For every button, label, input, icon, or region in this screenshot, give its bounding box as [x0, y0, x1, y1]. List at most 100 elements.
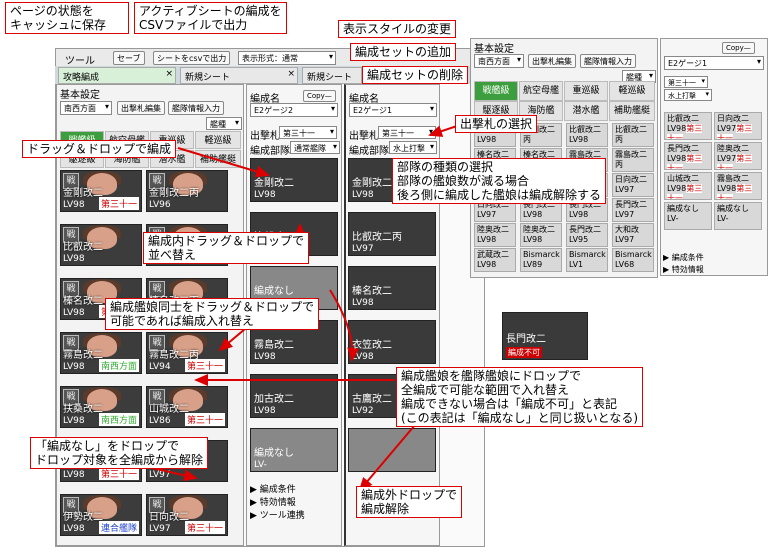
ship-card[interactable]: 戦伊勢改二 LV98 連合艦隊: [60, 494, 142, 536]
tab-sheet-1[interactable]: 攻略編成 ×: [58, 67, 176, 84]
close-icon[interactable]: ×: [165, 69, 173, 79]
unit-kind-select[interactable]: 水上打撃: [664, 89, 712, 101]
formation-slot[interactable]: 加古改二 LV98: [250, 374, 338, 418]
ship-level: LV98: [352, 352, 374, 362]
formation-slot[interactable]: 比叡改二丙 LV97: [348, 212, 436, 256]
fleet-tag-edit-button[interactable]: 出撃札編集: [117, 101, 165, 115]
ship-mini-card[interactable]: 大和改 LV97: [612, 223, 654, 247]
ship-card[interactable]: 戦金剛改二丙 LV96: [146, 170, 228, 212]
ship-name: 武蔵改二: [477, 250, 509, 259]
ship-mini-card[interactable]: 比叡改二 LV98: [566, 123, 608, 147]
tab-sheet-3[interactable]: 新規シート: [302, 67, 362, 84]
ship-mini-card[interactable]: Bismarck LV68: [612, 248, 654, 272]
ship-mini-card[interactable]: 武蔵改二 LV98: [474, 248, 516, 272]
menu-bonus[interactable]: ▶ 特効情報: [250, 497, 305, 510]
type-heavy-cruiser[interactable]: 重巡級: [564, 81, 608, 101]
formation-mini-slot[interactable]: 霧島改二 LV98第三十一: [714, 172, 762, 200]
ship-card[interactable]: 戦比叡改二 LV98: [60, 224, 142, 266]
tab-sheet-2[interactable]: 新規シート ×: [180, 67, 298, 84]
ship-level: LV94: [615, 170, 651, 171]
area-select[interactable]: 南西方面: [60, 101, 112, 115]
formation-slot[interactable]: 榛名改二 LV98: [348, 266, 436, 310]
unit-kind-select[interactable]: 水上打撃: [389, 141, 437, 154]
ship-name: 長門改二: [506, 334, 546, 345]
type-carrier[interactable]: 航空母艦: [519, 81, 563, 101]
ship-name: 陸奥改二: [717, 144, 749, 153]
ship-card[interactable]: 戦金剛改二 LV98 第三十一: [60, 170, 142, 212]
ship-mini-card[interactable]: 日向改二 LV97: [612, 173, 654, 197]
fleet-tag-badge: 第三十一: [98, 197, 139, 210]
ship-level: LV97: [615, 210, 635, 219]
ship-level: LV98: [477, 235, 497, 244]
set-name-input[interactable]: E2ゲージ1: [349, 103, 437, 117]
ship-card[interactable]: 戦日向改二 LV97 第三十一: [146, 494, 228, 536]
ship-card[interactable]: 戦扶桑改二 LV98 南西方面: [60, 386, 142, 428]
formation-slot[interactable]: 金剛改二 LV98: [250, 158, 338, 202]
fleet-tag-select[interactable]: 第三十一: [664, 76, 708, 88]
ship-level: LV98: [63, 362, 85, 372]
ship-mini-card[interactable]: 陸奥改二 LV98: [474, 223, 516, 247]
callout-type-select: 部隊の種類の選択 部隊の艦娘数が減る場合 後ろ側に編成した艦娘は編成解除する: [392, 158, 607, 204]
ship-name: 比叡改二丙: [615, 125, 647, 144]
type-auxiliary[interactable]: 補助艦艇: [195, 150, 241, 168]
ship-card[interactable]: 戦山城改二 LV86 第三十一: [146, 386, 228, 428]
fleet-tag-select[interactable]: 第三十一: [378, 126, 436, 139]
set-name-input[interactable]: E2ゲージ1: [664, 56, 764, 70]
type-light-cruiser[interactable]: 軽巡級: [609, 81, 655, 101]
formation-mini-slot[interactable]: 陸奥改二 LV97第三十一: [714, 142, 762, 170]
formation-slot[interactable]: 編成なしLV-: [250, 428, 338, 472]
ship-level: LV98: [523, 235, 543, 244]
unit-kind-select[interactable]: 通常艦隊: [290, 141, 340, 154]
ship-mini-card[interactable]: 陸奥改二 LV98: [520, 223, 562, 247]
ship-card[interactable]: 戦霧島改二丙 LV94 第三十一: [146, 332, 228, 374]
ship-mini-card[interactable]: Bismarck LV89: [520, 248, 562, 272]
ship-level: LV97: [149, 524, 171, 534]
ship-level: LV98: [63, 308, 85, 318]
fleet-import-button[interactable]: 艦隊情報入力: [580, 54, 636, 68]
fleet-tag-select[interactable]: 第三十一: [279, 126, 337, 139]
menu-conditions[interactable]: ▶ 編成条件: [250, 484, 305, 497]
level-text: LV97: [717, 124, 737, 133]
menu-conditions[interactable]: ▶ 編成条件: [663, 252, 704, 264]
ship-level: LV98: [352, 190, 374, 200]
ship-name: 古鷹改二: [352, 394, 392, 405]
ship-mini-card[interactable]: 長門改二 LV95: [566, 223, 608, 247]
formation-mini-slot[interactable]: 編成なし LV-: [664, 202, 712, 230]
csv-export-button[interactable]: シートをcsvで出力: [153, 51, 231, 65]
menu-tools[interactable]: ▶ ツール連携: [250, 510, 305, 523]
level-text: LV-: [667, 214, 679, 223]
fleet-import-button[interactable]: 艦隊情報入力: [168, 101, 224, 115]
display-style-select[interactable]: 表示形式：通常: [238, 51, 336, 65]
save-button[interactable]: セーブ: [113, 51, 145, 65]
formation-mini-slot[interactable]: 長門改二 LV98第三十一: [664, 142, 712, 170]
fleet-tag-edit-button[interactable]: 出撃札編集: [528, 54, 576, 68]
formation-mini-slot[interactable]: 日向改二 LV97第三十一: [714, 112, 762, 140]
formation-slot[interactable]: 衣笠改二 LV98: [348, 320, 436, 364]
type-auxiliary[interactable]: 補助艦艇: [609, 101, 655, 121]
ship-filter-select[interactable]: 艦種: [206, 117, 242, 130]
copy-button[interactable]: Copy—: [722, 42, 755, 54]
basic-settings-title: 基本設定: [60, 90, 100, 101]
close-icon[interactable]: ×: [287, 69, 295, 79]
type-submarine[interactable]: 潜水艦: [564, 101, 608, 121]
ship-mini-card[interactable]: 長門改二 LV97: [612, 198, 654, 222]
ship-mini-card[interactable]: 霧島改二丙LV94: [612, 148, 654, 172]
ship-name: 大和改: [615, 225, 639, 234]
area-select[interactable]: 南西方面: [474, 54, 524, 68]
ship-mini-card[interactable]: Bismarck LV1: [566, 248, 608, 272]
ship-card[interactable]: 戦霧島改二 LV98 南西方面: [60, 332, 142, 374]
type-light-cruiser[interactable]: 軽巡級: [195, 131, 241, 149]
formation-mini-slot[interactable]: 編成なし LV-: [714, 202, 762, 230]
ship-level: LV1: [569, 260, 584, 269]
ship-name: 金剛改二: [352, 178, 392, 189]
formation-mini-slot[interactable]: 山城改二 LV98第三十一: [664, 172, 712, 200]
type-battleship[interactable]: 戦艦級: [474, 81, 518, 101]
set-name-input[interactable]: E2ゲージ2: [250, 103, 338, 117]
menu-bonus[interactable]: ▶ 特効情報: [663, 264, 704, 276]
copy-button[interactable]: Copy—: [303, 90, 336, 102]
tab-label: 新規シート: [185, 73, 231, 83]
formation-mini-slot[interactable]: 比叡改二 LV98第三十一: [664, 112, 712, 140]
formation-slot[interactable]: [348, 428, 436, 472]
ship-mini-card[interactable]: 比叡改二丙LV97: [612, 123, 654, 147]
set-menu: ▶ 編成条件 ▶ 特効情報: [663, 252, 704, 276]
